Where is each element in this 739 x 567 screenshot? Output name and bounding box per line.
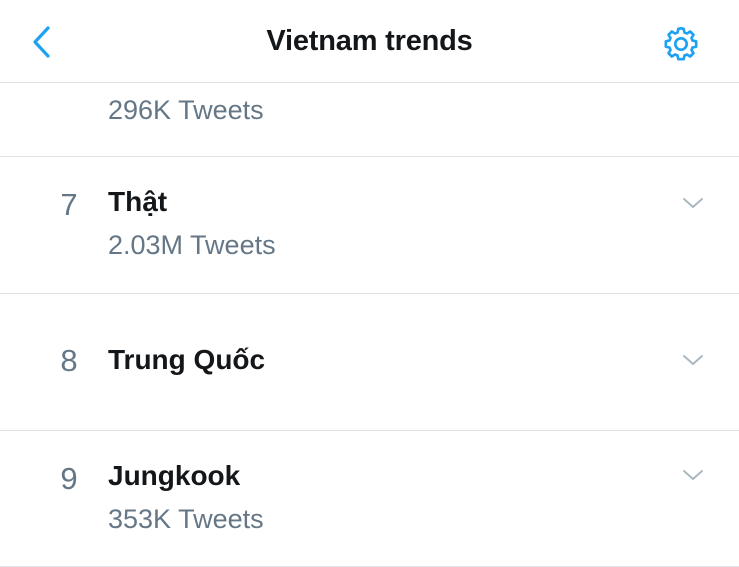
nav-header: Vietnam trends — [0, 0, 739, 83]
settings-button[interactable] — [658, 21, 704, 67]
trend-rank: 9 — [60, 461, 78, 496]
trend-menu-button[interactable] — [680, 194, 706, 212]
trend-tweet-count: 2.03M Tweets — [108, 230, 276, 260]
gear-icon — [664, 27, 698, 61]
trend-row[interactable]: 9 Jungkook 353K Tweets — [0, 431, 739, 567]
trend-name: Thật — [108, 186, 168, 217]
trend-menu-button[interactable] — [680, 351, 706, 369]
page-title: Vietnam trends — [266, 25, 473, 57]
trend-tweet-count: 353K Tweets — [108, 504, 264, 534]
chevron-down-icon — [683, 355, 703, 365]
trend-rank: 7 — [60, 187, 78, 222]
trends-screen: Vietnam trends 296K Tweets 7 Thật 2.03M … — [0, 0, 739, 567]
trend-row[interactable]: 296K Tweets — [0, 83, 739, 157]
trend-menu-button[interactable] — [680, 466, 706, 484]
trend-tweet-count: 296K Tweets — [108, 95, 264, 125]
trend-row[interactable]: 7 Thật 2.03M Tweets — [0, 157, 739, 294]
trend-row[interactable]: 8 Trung Quốc — [0, 294, 739, 431]
trend-name: Trung Quốc — [108, 344, 266, 375]
chevron-down-icon — [683, 198, 703, 208]
trend-rank: 8 — [60, 343, 78, 378]
trend-name: Jungkook — [108, 460, 241, 491]
chevron-down-icon — [683, 470, 703, 480]
